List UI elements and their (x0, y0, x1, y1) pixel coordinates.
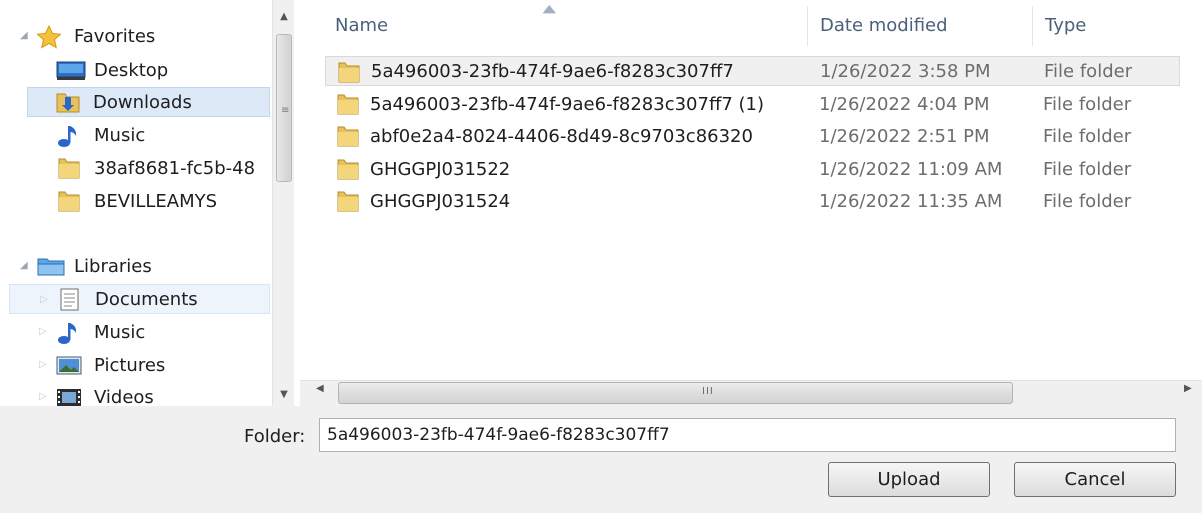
scroll-left-arrow-icon[interactable]: ◀ (316, 383, 324, 394)
file-date: 1/26/2022 11:09 AM (819, 158, 1003, 180)
expand-arrow-icon[interactable]: ▷ (39, 359, 47, 370)
file-name: GHGGPJ031524 (370, 190, 511, 212)
file-date: 1/26/2022 2:51 PM (819, 125, 990, 147)
nav-item-folder-bevilleamys[interactable]: BEVILLEAMYS (56, 186, 217, 216)
nav-group-favorites[interactable]: ◢ Favorites (20, 21, 155, 51)
file-date: 1/26/2022 3:58 PM (820, 60, 991, 82)
nav-item-label: Pictures (94, 354, 166, 376)
collapse-arrow-icon[interactable]: ◢ (20, 260, 28, 271)
videos-icon (56, 386, 82, 406)
folder-icon (56, 190, 82, 212)
expand-arrow-icon[interactable]: ▷ (40, 294, 48, 305)
nav-item-desktop[interactable]: Desktop (56, 55, 168, 85)
collapse-arrow-icon[interactable]: ◢ (20, 30, 28, 41)
nav-item-label: Documents (95, 288, 198, 310)
file-name: abf0e2a4-8024-4406-8d49-8c9703c86320 (370, 125, 753, 147)
file-name: 5a496003-23fb-474f-9ae6-f8283c307ff7 (371, 60, 734, 82)
nav-item-videos[interactable]: ▷ Videos (39, 382, 154, 407)
file-type: File folder (1043, 125, 1132, 147)
upload-button[interactable]: Upload (828, 462, 990, 497)
folder-icon (335, 93, 361, 120)
music-note-icon (56, 321, 82, 344)
cancel-button[interactable]: Cancel (1014, 462, 1176, 497)
nav-item-label: Desktop (94, 59, 169, 81)
nav-item-label: Music (94, 124, 146, 146)
column-header-date-modified[interactable]: Date modified (820, 4, 948, 48)
file-row[interactable]: abf0e2a4-8024-4406-8d49-8c9703c86320 1/2… (325, 121, 1180, 151)
downloads-folder-icon (55, 91, 81, 113)
file-date: 1/26/2022 11:35 AM (819, 190, 1003, 212)
nav-item-downloads[interactable]: Downloads (27, 87, 270, 117)
nav-item-pictures[interactable]: ▷ Pictures (39, 350, 166, 380)
file-list-horizontal-scrollbar[interactable]: ◀ III ▶ (300, 380, 1202, 406)
scroll-up-arrow-icon[interactable]: ▲ (273, 6, 295, 28)
nav-item-folder-38af8681[interactable]: 38af8681-fc5b-48 (56, 153, 255, 183)
folder-icon (56, 157, 82, 179)
scrollbar-thumb[interactable]: ≡ (276, 34, 292, 182)
nav-item-music[interactable]: Music (56, 120, 145, 150)
nav-item-label: BEVILLEAMYS (94, 190, 218, 212)
nav-item-library-music[interactable]: ▷ Music (39, 317, 146, 347)
file-name: 5a496003-23fb-474f-9ae6-f8283c307ff7 (1) (370, 93, 765, 115)
documents-icon (57, 288, 83, 311)
column-header-type[interactable]: Type (1045, 4, 1086, 48)
file-row[interactable]: GHGGPJ031522 1/26/2022 11:09 AM File fol… (325, 154, 1180, 184)
file-list: ▲ Name Date modified Type 5a496003-23fb-… (300, 0, 1202, 406)
column-divider[interactable] (807, 6, 808, 46)
scroll-right-arrow-icon[interactable]: ▶ (1184, 383, 1192, 394)
file-row[interactable]: GHGGPJ031524 1/26/2022 11:35 AM File fol… (325, 186, 1180, 216)
file-type: File folder (1044, 60, 1133, 82)
pictures-icon (56, 354, 82, 376)
folder-icon (335, 190, 361, 217)
column-header-name[interactable]: Name (335, 4, 388, 48)
nav-item-label: Music (94, 321, 146, 343)
expand-arrow-icon[interactable]: ▷ (39, 326, 47, 337)
file-type: File folder (1043, 93, 1132, 115)
file-row[interactable]: 5a496003-23fb-474f-9ae6-f8283c307ff7 1/2… (325, 56, 1180, 86)
scroll-down-arrow-icon[interactable]: ▼ (273, 384, 295, 406)
folder-label: Folder: (244, 426, 306, 447)
file-type: File folder (1043, 190, 1132, 212)
nav-group-label: Libraries (74, 255, 152, 277)
grip-icon: ≡ (281, 105, 290, 116)
music-note-icon (56, 124, 82, 147)
file-name: GHGGPJ031522 (370, 158, 511, 180)
libraries-icon (36, 255, 65, 277)
desktop-icon (56, 59, 86, 81)
nav-item-label: Downloads (93, 91, 192, 113)
nav-group-label: Favorites (74, 25, 156, 47)
nav-group-libraries[interactable]: ◢ Libraries (20, 251, 152, 281)
file-row[interactable]: 5a496003-23fb-474f-9ae6-f8283c307ff7 (1)… (325, 89, 1180, 119)
column-divider[interactable] (1032, 6, 1033, 46)
dialog-footer: Folder: Upload Cancel (0, 406, 1202, 513)
nav-item-documents[interactable]: ▷ Documents (9, 284, 270, 314)
star-icon (36, 24, 62, 49)
expand-arrow-icon[interactable]: ▷ (39, 391, 47, 402)
grip-icon: III (702, 386, 714, 397)
folder-icon (336, 61, 362, 88)
navigation-pane: ◢ Favorites Desktop Downloads Music 38af… (0, 0, 272, 406)
scrollbar-thumb[interactable]: III (338, 382, 1013, 404)
nav-vertical-scrollbar[interactable]: ▲ ≡ ▼ (272, 0, 294, 406)
nav-item-label: 38af8681-fc5b-48 (94, 157, 256, 179)
folder-icon (335, 158, 361, 185)
nav-item-label: Videos (94, 386, 154, 407)
file-date: 1/26/2022 4:04 PM (819, 93, 990, 115)
file-type: File folder (1043, 158, 1132, 180)
folder-input[interactable] (319, 418, 1176, 452)
sort-ascending-icon: ▲ (542, 2, 557, 15)
folder-icon (335, 125, 361, 152)
